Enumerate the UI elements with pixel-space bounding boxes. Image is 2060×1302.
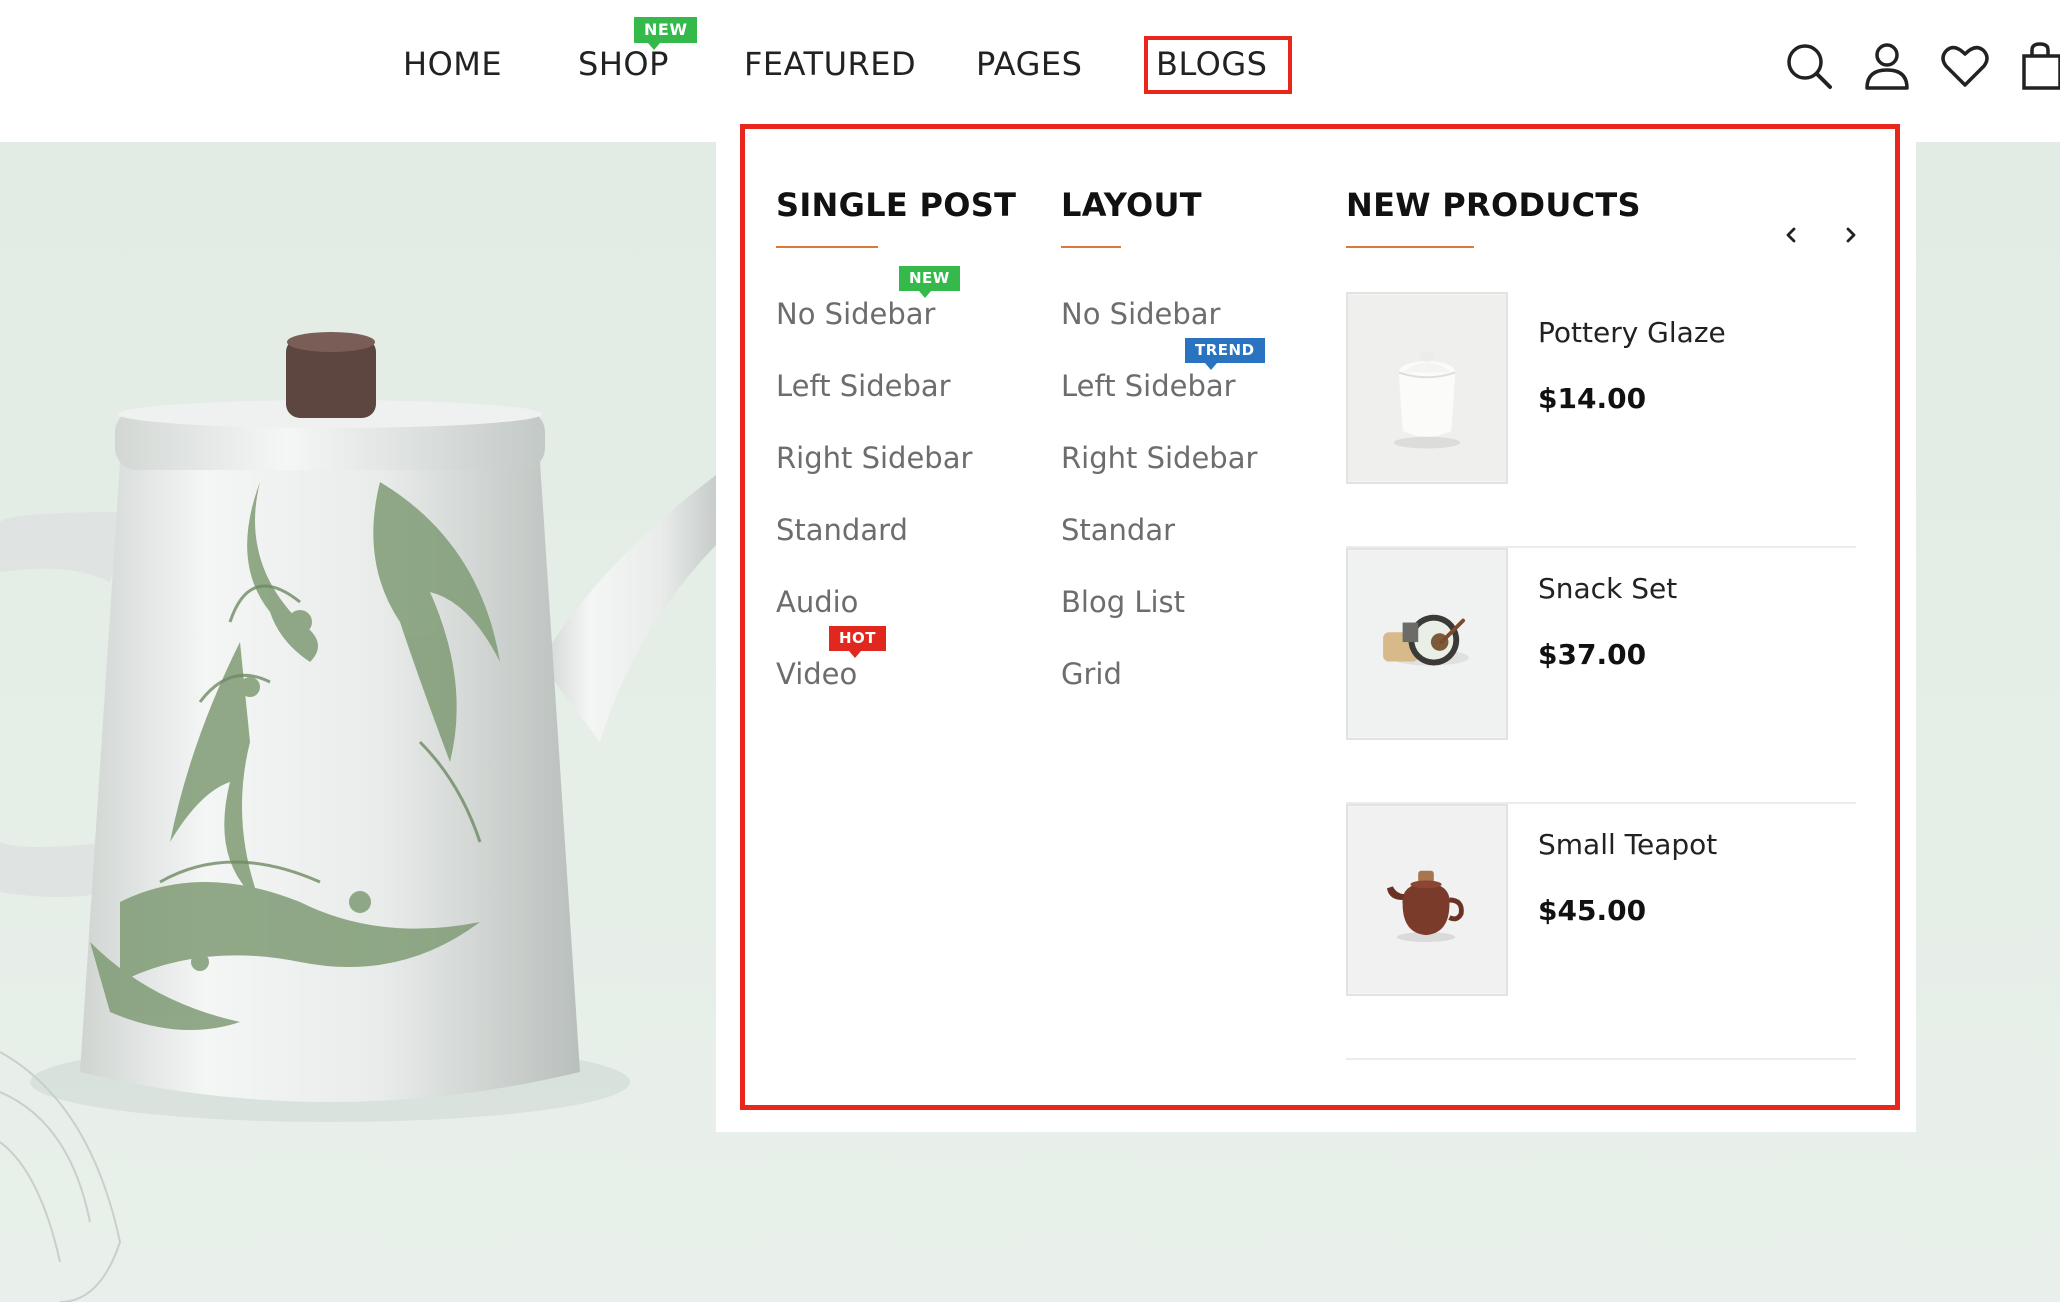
trend-badge: TREND xyxy=(1185,338,1265,370)
new-products-underline xyxy=(1346,246,1474,248)
single-post-no-sidebar-link[interactable]: No Sidebar xyxy=(776,296,935,332)
layout-grid-link[interactable]: Grid xyxy=(1061,656,1122,692)
single-post-right-sidebar-link[interactable]: Right Sidebar xyxy=(776,440,972,476)
single-post-standard-link[interactable]: Standard xyxy=(776,512,908,548)
layout-standar-link[interactable]: Standar xyxy=(1061,512,1175,548)
product-price: $14.00 xyxy=(1538,382,1647,415)
shopping-bag-icon[interactable] xyxy=(2016,40,2060,92)
nav-featured[interactable]: FEATURED xyxy=(744,44,916,84)
user-icon[interactable] xyxy=(1861,40,1913,92)
product-price: $45.00 xyxy=(1538,894,1647,927)
single-post-heading: SINGLE POST xyxy=(776,186,1017,224)
layout-no-sidebar-link[interactable]: No Sidebar xyxy=(1061,296,1220,332)
layout-blog-list-link[interactable]: Blog List xyxy=(1061,584,1185,620)
new-products-heading: NEW PRODUCTS xyxy=(1346,186,1641,224)
product-name[interactable]: Small Teapot xyxy=(1538,828,1717,861)
chevron-left-icon xyxy=(1786,227,1796,243)
carousel-prev-button[interactable] xyxy=(1776,220,1806,250)
single-post-video-link[interactable]: Video xyxy=(776,656,857,692)
nav-shop[interactable]: SHOP xyxy=(578,44,669,84)
layout-left-sidebar-link[interactable]: Left Sidebar xyxy=(1061,368,1236,404)
product-card: Small Teapot $45.00 xyxy=(1346,804,1856,1060)
nav-home[interactable]: HOME xyxy=(403,44,502,84)
product-price: $37.00 xyxy=(1538,638,1647,671)
new-badge: NEW xyxy=(899,266,960,298)
hot-badge: HOT xyxy=(829,626,887,658)
product-card: Snack Set $37.00 xyxy=(1346,548,1856,804)
carousel-next-button[interactable] xyxy=(1836,220,1866,250)
hero-teapot-image xyxy=(0,142,740,1302)
layout-heading: LAYOUT xyxy=(1061,186,1202,224)
layout-underline xyxy=(1061,246,1121,248)
single-post-left-sidebar-link[interactable]: Left Sidebar xyxy=(776,368,951,404)
nav-blogs-highlight xyxy=(1144,36,1292,94)
product-image-small-teapot[interactable] xyxy=(1346,804,1508,996)
product-name[interactable]: Pottery Glaze xyxy=(1538,316,1726,349)
product-image-pottery-glaze[interactable] xyxy=(1346,292,1508,484)
product-card: Pottery Glaze $14.00 xyxy=(1346,292,1856,548)
search-icon[interactable] xyxy=(1783,40,1835,92)
nav-shop-new-badge: NEW xyxy=(634,17,698,50)
product-image-snack-set[interactable] xyxy=(1346,548,1508,740)
single-post-audio-link[interactable]: Audio xyxy=(776,584,858,620)
chevron-right-icon xyxy=(1846,227,1856,243)
product-name[interactable]: Snack Set xyxy=(1538,572,1677,605)
single-post-underline xyxy=(776,246,878,248)
nav-pages[interactable]: PAGES xyxy=(976,44,1082,84)
layout-right-sidebar-link[interactable]: Right Sidebar xyxy=(1061,440,1257,476)
heart-icon[interactable] xyxy=(1939,40,1991,92)
